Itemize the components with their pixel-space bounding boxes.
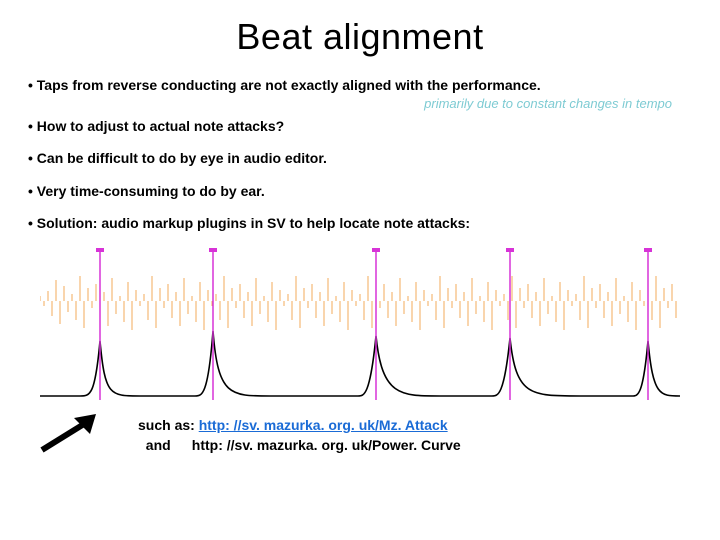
bullet-1-text: Taps from reverse conducting are not exa…: [37, 77, 541, 93]
bullet-1: • Taps from reverse conducting are not e…: [28, 76, 692, 94]
bullet-2: • How to adjust to actual note attacks?: [28, 117, 692, 135]
caption-and: and: [146, 436, 192, 456]
caption: such as: http: //sv. mazurka. org. uk/Mz…: [138, 416, 692, 455]
bullet-5-text: Solution: audio markup plugins in SV to …: [37, 215, 470, 231]
bullet-4: • Very time-consuming to do by ear.: [28, 182, 692, 200]
bullet-3-text: Can be difficult to do by eye in audio e…: [37, 150, 327, 166]
bullet-4-text: Very time-consuming to do by ear.: [37, 183, 265, 199]
caption-lead: such as:: [138, 417, 199, 433]
waveform-svg: [40, 246, 680, 406]
waveform-figure: [40, 246, 680, 406]
bullet-5: • Solution: audio markup plugins in SV t…: [28, 214, 692, 232]
pointer-arrow-icon: [36, 414, 96, 454]
subnote: primarily due to constant changes in tem…: [28, 96, 692, 111]
bullet-2-text: How to adjust to actual note attacks?: [37, 118, 284, 134]
bullet-3: • Can be difficult to do by eye in audio…: [28, 149, 692, 167]
slide: Beat alignment • Taps from reverse condu…: [0, 0, 720, 540]
slide-title: Beat alignment: [28, 16, 692, 58]
link-mzattack[interactable]: http: //sv. mazurka. org. uk/Mz. Attack: [199, 417, 448, 433]
link-powercurve: http: //sv. mazurka. org. uk/Power. Curv…: [192, 437, 461, 453]
